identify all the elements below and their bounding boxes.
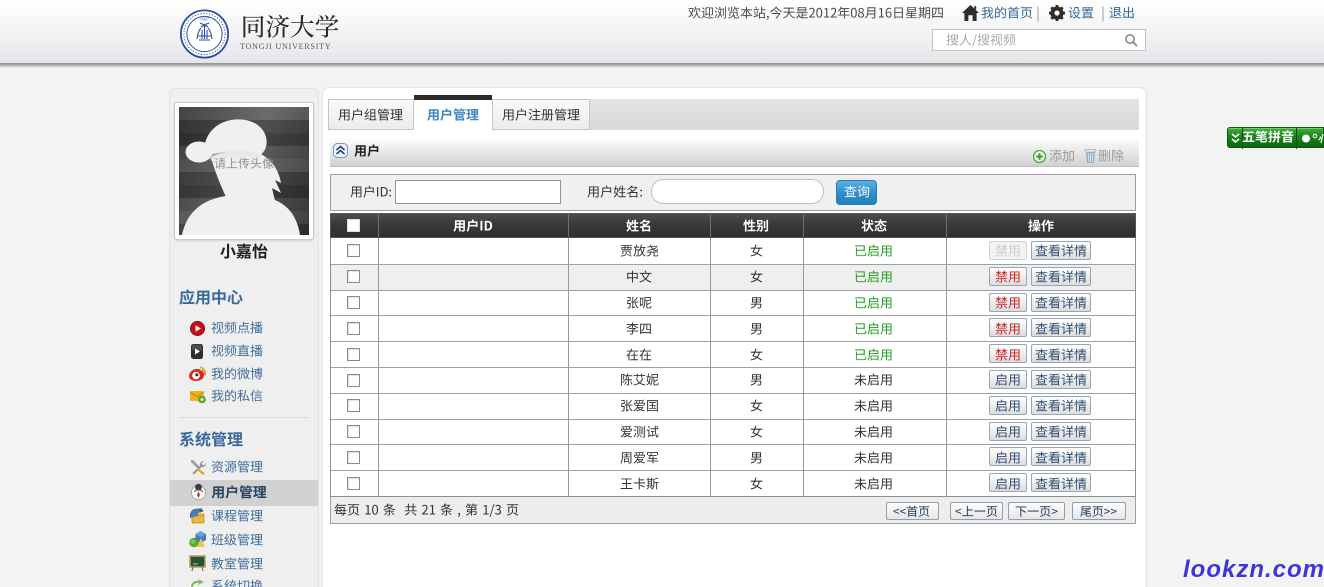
svg-text:1907: 1907 [200,17,210,22]
